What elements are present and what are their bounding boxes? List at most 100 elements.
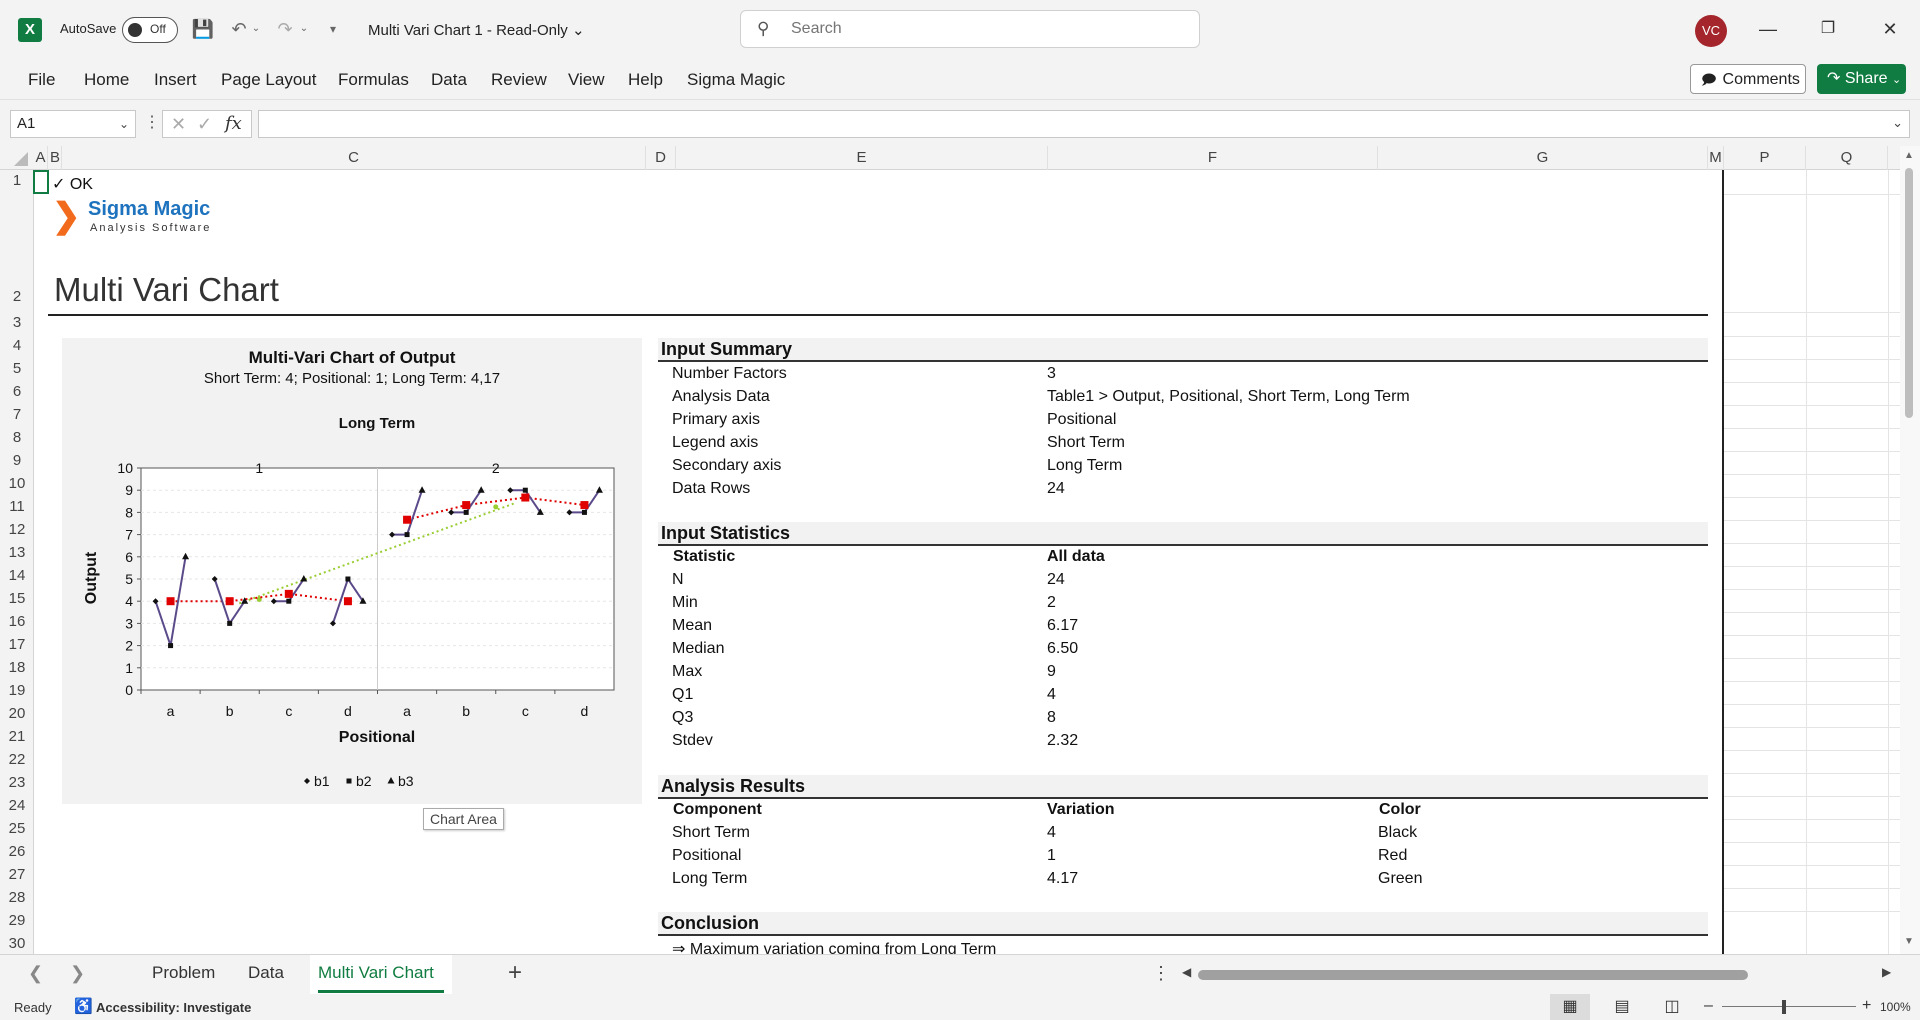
share-button[interactable]: ↷ Share ⌄	[1817, 64, 1906, 94]
comments-button[interactable]: 🗩 Comments	[1690, 64, 1806, 94]
column-header-f[interactable]: F	[1048, 146, 1378, 170]
column-header-c[interactable]: C	[62, 146, 646, 170]
chevron-left-icon[interactable]: ❮	[28, 963, 43, 984]
column-header-d[interactable]: D	[646, 146, 676, 170]
tab-sigma-magic[interactable]: Sigma Magic	[687, 70, 785, 90]
row-header[interactable]: 14	[0, 567, 34, 584]
chart-area[interactable]: Multi-Vari Chart of Output Short Term: 4…	[62, 338, 642, 804]
scroll-right-icon[interactable]: ▶	[1882, 965, 1891, 979]
row-header[interactable]: 15	[0, 590, 34, 607]
row-header[interactable]: 5	[0, 360, 34, 377]
close-icon[interactable]: ✕	[1870, 14, 1910, 44]
column-header-a[interactable]: A	[34, 146, 48, 170]
select-all-icon[interactable]	[14, 152, 28, 166]
zoom-slider[interactable]	[1722, 1006, 1856, 1007]
row-header[interactable]: 9	[0, 452, 34, 469]
column-header-g[interactable]: G	[1378, 146, 1708, 170]
accessibility-status[interactable]: Accessibility: Investigate	[96, 1000, 251, 1015]
scroll-up-icon[interactable]: ▲	[1904, 150, 1914, 161]
insert-function-icon[interactable]: fx	[225, 113, 242, 134]
tab-review[interactable]: Review	[491, 70, 547, 90]
row-header[interactable]: 2	[0, 288, 34, 305]
chevron-right-icon[interactable]: ❯	[70, 963, 85, 984]
row-header[interactable]: 28	[0, 889, 34, 906]
row-header[interactable]: 6	[0, 383, 34, 400]
minimize-icon[interactable]: —	[1748, 14, 1788, 44]
zoom-out-icon[interactable]: –	[1704, 997, 1713, 1015]
row-header[interactable]: 17	[0, 636, 34, 653]
undo-icon[interactable]: ↶	[226, 16, 252, 42]
column-header-p[interactable]: P	[1724, 146, 1806, 170]
formula-input[interactable]: ⌄	[258, 110, 1910, 138]
row-header[interactable]: 29	[0, 912, 34, 929]
zoom-slider-thumb[interactable]	[1782, 1000, 1786, 1014]
column-header-q[interactable]: Q	[1806, 146, 1888, 170]
row-header[interactable]: 27	[0, 866, 34, 883]
tab-formulas[interactable]: Formulas	[338, 70, 409, 90]
row-header[interactable]: 16	[0, 613, 34, 630]
document-title[interactable]: Multi Vari Chart 1 - Read-Only ⌄	[368, 21, 585, 39]
row-header[interactable]: 26	[0, 843, 34, 860]
redo-dropdown-icon[interactable]: ⌄	[298, 16, 310, 42]
column-header-e[interactable]: E	[676, 146, 1048, 170]
redo-icon[interactable]: ↷	[272, 16, 298, 42]
scroll-left-icon[interactable]: ◀	[1182, 965, 1191, 979]
horizontal-scrollbar[interactable]: ◀ ▶	[1178, 965, 1898, 983]
page-layout-view-icon[interactable]: ▤	[1604, 994, 1640, 1020]
tab-help[interactable]: Help	[628, 70, 663, 90]
row-header[interactable]: 20	[0, 705, 34, 722]
normal-view-icon[interactable]: ▦	[1550, 994, 1590, 1020]
tab-insert[interactable]: Insert	[154, 70, 197, 90]
scroll-thumb[interactable]	[1905, 168, 1913, 418]
row-header[interactable]: 8	[0, 429, 34, 446]
customize-toolbar-icon[interactable]: ▾	[320, 16, 346, 42]
enter-icon[interactable]: ✓	[197, 114, 212, 135]
search-box[interactable]: ⚲	[740, 10, 1200, 48]
avatar[interactable]: VC	[1695, 15, 1727, 47]
chevron-down-icon[interactable]: ⌄	[119, 111, 129, 137]
active-cell-a1[interactable]	[33, 170, 49, 194]
row-header[interactable]: 18	[0, 659, 34, 676]
zoom-in-icon[interactable]: +	[1862, 997, 1871, 1015]
row-header[interactable]: 4	[0, 337, 34, 354]
row-header[interactable]: 12	[0, 521, 34, 538]
column-header-m[interactable]: M	[1708, 146, 1724, 170]
row-header[interactable]: 1	[0, 172, 34, 189]
tab-page-layout[interactable]: Page Layout	[221, 70, 316, 90]
row-header[interactable]: 3	[0, 314, 34, 331]
worksheet-grid[interactable]: A B C D E F G M P Q 1 2 3 4 5 6 7 8 9 10…	[0, 146, 1920, 954]
row-header[interactable]: 24	[0, 797, 34, 814]
autosave-toggle[interactable]: Off	[122, 17, 178, 43]
cancel-icon[interactable]: ✕	[171, 114, 186, 135]
accessibility-icon[interactable]: ♿	[74, 997, 93, 1015]
row-header[interactable]: 25	[0, 820, 34, 837]
more-options-icon[interactable]: ⋮	[144, 112, 160, 132]
row-header[interactable]: 22	[0, 751, 34, 768]
sheet-tab-multi-vari-chart[interactable]: Multi Vari Chart	[318, 963, 434, 983]
sheet-tab-data[interactable]: Data	[248, 963, 284, 983]
row-header[interactable]: 11	[0, 498, 34, 515]
tab-file[interactable]: File	[28, 70, 55, 90]
zoom-level[interactable]: 100%	[1880, 1000, 1911, 1014]
expand-formula-icon[interactable]: ⌄	[1892, 115, 1903, 131]
save-icon[interactable]: 💾	[190, 16, 216, 42]
tab-home[interactable]: Home	[84, 70, 129, 90]
column-header-b[interactable]: B	[48, 146, 62, 170]
undo-dropdown-icon[interactable]: ⌄	[250, 16, 262, 42]
search-input[interactable]	[791, 18, 1171, 40]
tab-view[interactable]: View	[568, 70, 605, 90]
row-header[interactable]: 7	[0, 406, 34, 423]
more-options-icon[interactable]: ⋮	[1152, 963, 1170, 984]
row-header[interactable]: 23	[0, 774, 34, 791]
tab-data[interactable]: Data	[431, 70, 467, 90]
name-box[interactable]: A1 ⌄	[10, 110, 136, 138]
row-header[interactable]: 13	[0, 544, 34, 561]
row-header[interactable]: 30	[0, 935, 34, 952]
scroll-thumb[interactable]	[1198, 970, 1748, 980]
row-header[interactable]: 10	[0, 475, 34, 492]
vertical-scrollbar[interactable]: ▲ ▼	[1900, 146, 1920, 954]
page-break-view-icon[interactable]: ◫	[1654, 994, 1690, 1020]
row-header[interactable]: 21	[0, 728, 34, 745]
add-sheet-icon[interactable]: +	[508, 959, 522, 987]
row-header[interactable]: 19	[0, 682, 34, 699]
